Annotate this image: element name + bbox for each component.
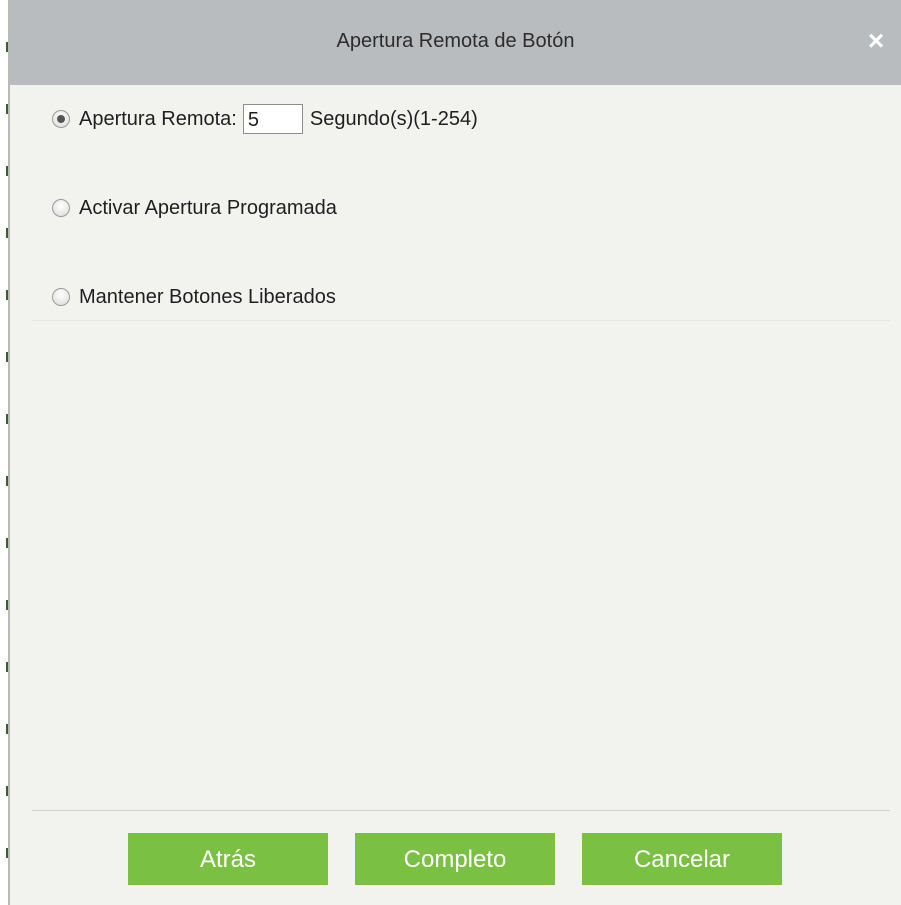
edge-tick xyxy=(6,352,8,362)
close-icon[interactable]: × xyxy=(863,26,889,56)
window-left-edge xyxy=(0,0,10,905)
edge-tick xyxy=(6,166,8,176)
edge-tick xyxy=(6,104,8,114)
content-divider xyxy=(32,320,890,321)
scheduled-open-label: Activar Apertura Programada xyxy=(79,196,337,219)
seconds-unit-label: Segundo(s)(1-254) xyxy=(309,107,478,130)
option-remote-open[interactable]: Apertura Remota: Segundo(s)(1-254) xyxy=(52,104,478,134)
dialog-title: Apertura Remota de Botón xyxy=(336,30,575,52)
radio-remote-open[interactable] xyxy=(52,110,70,128)
remote-open-label: Apertura Remota: xyxy=(79,107,237,130)
footer-divider xyxy=(32,810,890,811)
edge-tick xyxy=(6,600,8,610)
edge-tick xyxy=(6,786,8,796)
edge-tick xyxy=(6,42,8,52)
edge-tick xyxy=(6,848,8,858)
dialog-title-bar: Apertura Remota de Botón × xyxy=(10,0,901,85)
keep-released-label: Mantener Botones Liberados xyxy=(79,285,336,308)
option-scheduled-open[interactable]: Activar Apertura Programada xyxy=(52,193,337,223)
option-keep-released[interactable]: Mantener Botones Liberados xyxy=(52,282,336,312)
remote-open-dialog: Apertura Remota de Botón × Apertura Remo… xyxy=(10,0,901,905)
cancel-button[interactable]: Cancelar xyxy=(582,833,782,885)
edge-tick xyxy=(6,724,8,734)
edge-tick xyxy=(6,662,8,672)
edge-tick xyxy=(6,476,8,486)
back-button[interactable]: Atrás xyxy=(128,833,328,885)
edge-tick xyxy=(6,290,8,300)
complete-button[interactable]: Completo xyxy=(355,833,555,885)
radio-keep-released[interactable] xyxy=(52,288,70,306)
seconds-input[interactable] xyxy=(242,104,303,134)
edge-tick xyxy=(6,228,8,238)
edge-tick xyxy=(6,538,8,548)
radio-scheduled-open[interactable] xyxy=(52,199,70,217)
edge-tick xyxy=(6,414,8,424)
